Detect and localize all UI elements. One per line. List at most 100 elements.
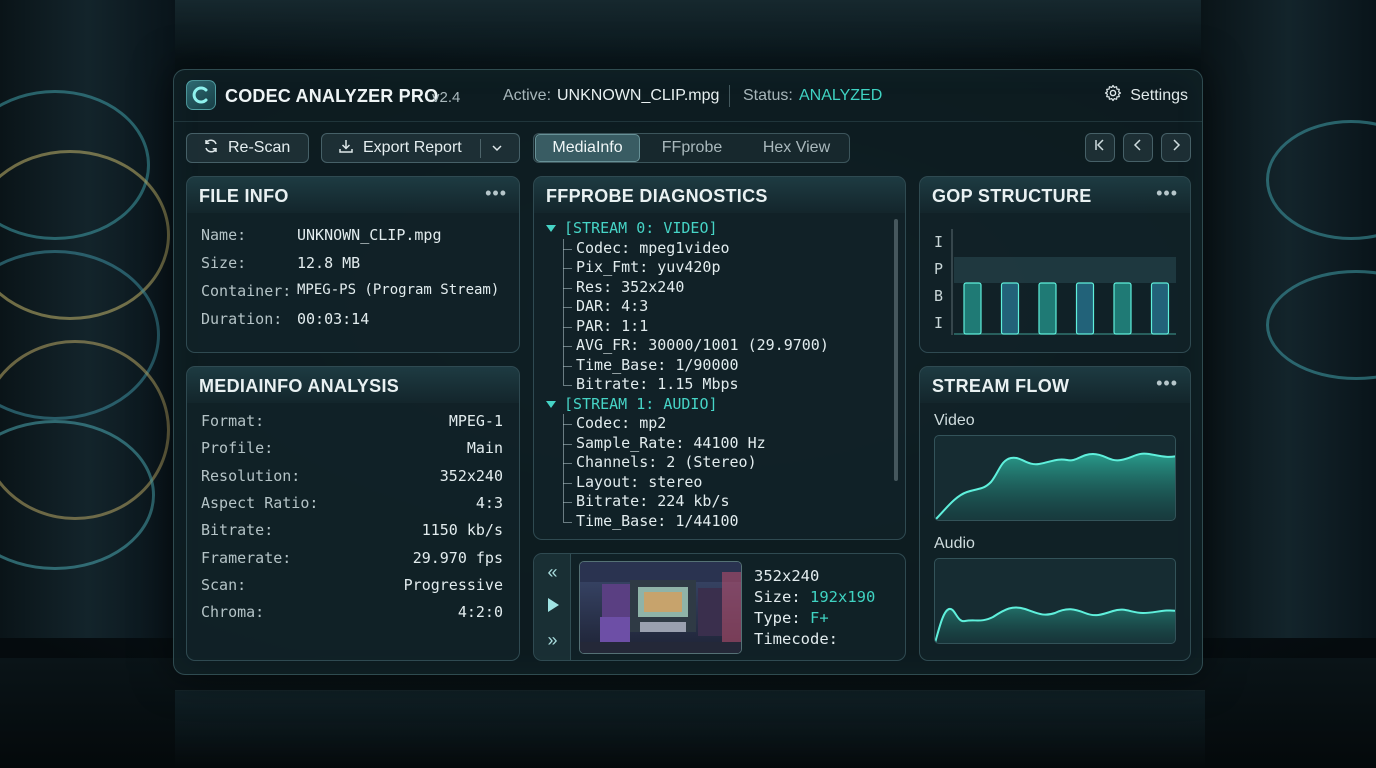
active-file-name: UNKNOWN_CLIP.mpg bbox=[557, 87, 720, 104]
file-info-key: Container: bbox=[201, 282, 292, 300]
view-tabs: MediaInfo FFprobe Hex View bbox=[533, 133, 850, 163]
export-report-label: Export Report bbox=[363, 139, 462, 156]
stream-property: Bitrate: 224 kb/s bbox=[546, 492, 829, 512]
skip-to-start-icon bbox=[1093, 138, 1107, 157]
mediainfo-key: Format: bbox=[201, 412, 265, 430]
file-info-key: Name: bbox=[201, 226, 247, 244]
mediainfo-value: 4:2:0 bbox=[457, 603, 503, 622]
stream-property: Time_Base: 1/44100 bbox=[546, 511, 829, 532]
stream-header-label: [STREAM 0: VIDEO] bbox=[564, 219, 718, 237]
mediainfo-title: MEDIAINFO ANALYSIS bbox=[199, 376, 400, 396]
mediainfo-key: Profile: bbox=[201, 439, 274, 458]
chevron-left-icon bbox=[1131, 138, 1145, 157]
status-value: ANALYZED bbox=[799, 87, 883, 104]
fast-forward-icon[interactable]: » bbox=[534, 630, 571, 651]
settings-button[interactable]: Settings bbox=[1104, 84, 1188, 107]
stream-property: Codec: mp2 bbox=[546, 414, 829, 434]
mediainfo-value: 4:3 bbox=[475, 493, 503, 512]
expand-triangle-icon[interactable] bbox=[546, 400, 556, 408]
more-options-icon[interactable]: ••• bbox=[485, 183, 507, 204]
app-window: CODEC ANALYZER PRO v2.4 Active: UNKNOWN_… bbox=[173, 69, 1203, 675]
stream-property: Res: 352x240 bbox=[546, 277, 829, 298]
settings-label: Settings bbox=[1130, 86, 1188, 104]
mediainfo-value: Progressive bbox=[403, 575, 503, 594]
file-info-row: Duration: bbox=[201, 310, 282, 328]
file-info-row: Size: bbox=[201, 254, 246, 272]
mediainfo-value: 352x240 bbox=[439, 466, 503, 485]
gop-frame-bar[interactable] bbox=[1075, 282, 1095, 335]
app-title: CODEC ANALYZER PRO bbox=[225, 86, 439, 106]
frame-preview-panel: « » 352x240 Size: 192x190 Type: F+ Timec… bbox=[533, 553, 906, 661]
gop-frame-bar[interactable] bbox=[1038, 282, 1057, 335]
file-info-row: Name: bbox=[201, 226, 246, 244]
ffprobe-scrollbar[interactable] bbox=[894, 219, 898, 481]
chevron-down-icon[interactable] bbox=[489, 140, 505, 161]
stream-property: Bitrate: 1.15 Mbps bbox=[546, 375, 829, 395]
refresh-icon bbox=[203, 138, 219, 159]
preview-resolution: 352x240 bbox=[754, 567, 820, 585]
tab-ffprobe[interactable]: FFprobe bbox=[642, 134, 742, 162]
mediainfo-key: Framerate: bbox=[201, 548, 292, 567]
stream-flow-panel: STREAM FLOW ••• Video Audio bbox=[919, 366, 1191, 661]
gop-axis-label: P bbox=[934, 260, 943, 278]
gop-frame-bar[interactable] bbox=[963, 282, 982, 335]
file-info-key: Duration: bbox=[201, 310, 283, 328]
gop-p-band bbox=[954, 257, 1176, 283]
stream-property: Sample_Rate: 44100 Hz bbox=[546, 433, 829, 454]
gop-axis-label: I bbox=[934, 233, 943, 251]
gop-structure-panel: GOP STRUCTURE ••• IPBI bbox=[919, 176, 1191, 353]
stream-header[interactable]: [STREAM 1: AUDIO] bbox=[546, 395, 829, 415]
gop-axis-label: I bbox=[934, 314, 943, 332]
preview-type: Type: F+ bbox=[754, 609, 829, 627]
preview-size-label: Size: bbox=[754, 588, 801, 606]
rewind-icon[interactable]: « bbox=[534, 562, 571, 583]
play-icon bbox=[547, 598, 559, 612]
stream-property: Time_Base: 1/90000 bbox=[546, 355, 829, 376]
window-reflection bbox=[175, 690, 1205, 768]
gop-frame-bar[interactable] bbox=[1113, 282, 1132, 335]
status-label: Status: bbox=[743, 87, 793, 104]
gop-axis-label: B bbox=[934, 287, 943, 305]
play-button[interactable] bbox=[534, 597, 571, 618]
rescan-label: Re-Scan bbox=[228, 139, 291, 156]
gear-icon bbox=[1104, 84, 1122, 107]
title-bar: CODEC ANALYZER PRO v2.4 Active: UNKNOWN_… bbox=[174, 70, 1202, 122]
mediainfo-key: Resolution: bbox=[201, 466, 301, 485]
preview-type-label: Type: bbox=[754, 609, 801, 627]
video-flow-area bbox=[935, 453, 1175, 520]
app-version: v2.4 bbox=[432, 89, 461, 106]
file-info-value: 00:03:14 bbox=[297, 310, 370, 328]
chevron-right-icon bbox=[1169, 138, 1183, 157]
gop-frame-bar[interactable] bbox=[1000, 282, 1020, 335]
video-flow-chart bbox=[934, 435, 1176, 521]
stream-header-label: [STREAM 1: AUDIO] bbox=[564, 394, 718, 413]
mediainfo-key: Bitrate: bbox=[201, 521, 274, 540]
expand-triangle-icon[interactable] bbox=[546, 225, 556, 232]
first-frame-button[interactable] bbox=[1085, 133, 1115, 162]
title-divider bbox=[729, 85, 730, 107]
mediainfo-key: Aspect Ratio: bbox=[201, 493, 319, 512]
file-info-key: Size: bbox=[201, 254, 247, 272]
tab-mediainfo[interactable]: MediaInfo bbox=[535, 134, 640, 162]
rescan-button[interactable]: Re-Scan bbox=[186, 133, 309, 163]
active-file-label: Active: bbox=[503, 87, 552, 104]
more-options-icon[interactable]: ••• bbox=[1156, 373, 1178, 394]
file-info-panel: FILE INFO ••• Name: UNKNOWN_CLIP.mpg Siz… bbox=[186, 176, 520, 353]
mediainfo-panel: MEDIAINFO ANALYSIS Format: MPEG-1 Profile:… bbox=[186, 366, 520, 661]
audio-flow-label: Audio bbox=[934, 535, 975, 552]
stream-property: Channels: 2 (Stereo) bbox=[546, 453, 829, 473]
next-frame-button[interactable] bbox=[1161, 133, 1191, 162]
gop-frame-bar[interactable] bbox=[1150, 282, 1170, 335]
preview-type-value: F+ bbox=[810, 609, 829, 627]
file-info-value: MPEG-PS (Program Stream) bbox=[297, 282, 500, 298]
tab-hex-view[interactable]: Hex View bbox=[744, 134, 849, 162]
ffprobe-panel: FFPROBE DIAGNOSTICS [STREAM 0: VIDEO] Cod… bbox=[533, 176, 906, 540]
stream-property: Pix_Fmt: yuv420p bbox=[546, 258, 829, 278]
stream-property: AVG_FR: 30000/1001 (29.9700) bbox=[546, 336, 829, 356]
export-report-button[interactable]: Export Report bbox=[321, 133, 520, 163]
app-logo-icon bbox=[186, 80, 216, 110]
stream-flow-title: STREAM FLOW bbox=[932, 376, 1070, 396]
stream-header[interactable]: [STREAM 0: VIDEO] bbox=[546, 219, 829, 239]
previous-frame-button[interactable] bbox=[1123, 133, 1153, 162]
mediainfo-key: Scan: bbox=[201, 575, 247, 594]
